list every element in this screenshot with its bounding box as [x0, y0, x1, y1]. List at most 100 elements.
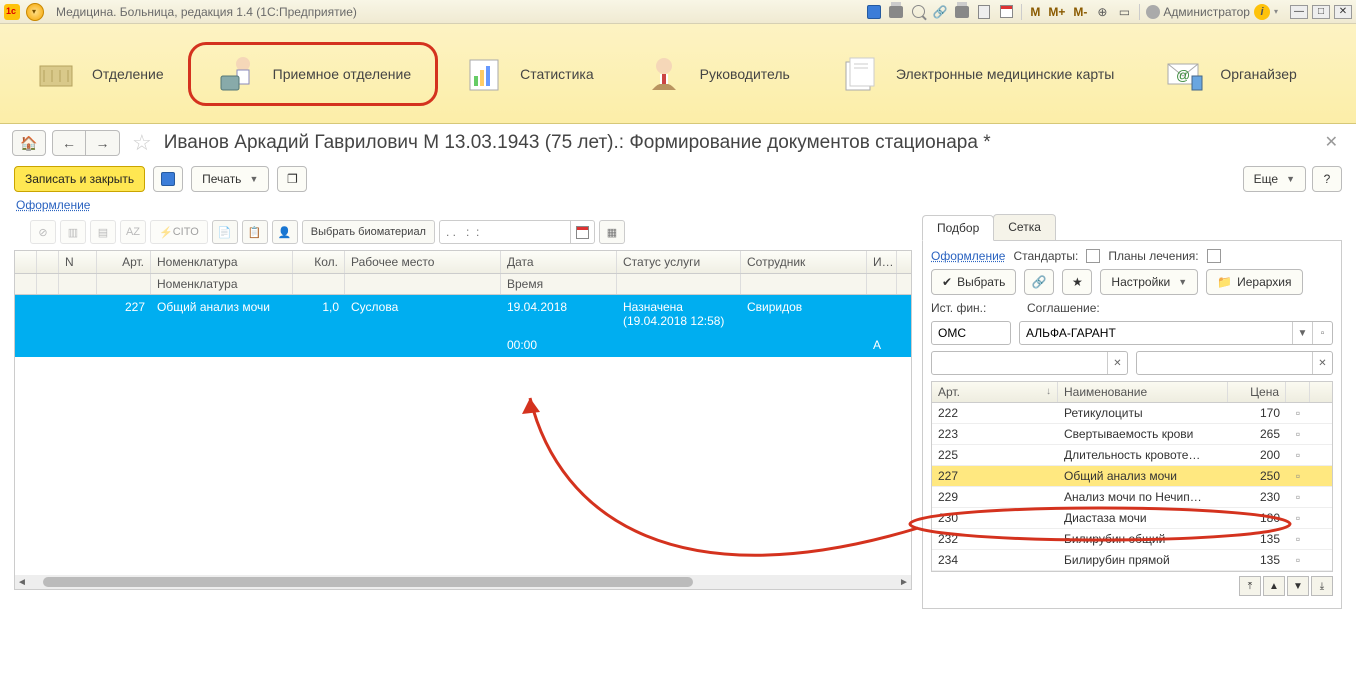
link2-button[interactable]: 🔗 [1024, 269, 1054, 295]
horizontal-scrollbar[interactable]: ◄ ► [15, 575, 911, 589]
add-doc-button[interactable]: 📄 [212, 220, 238, 244]
favorite-star-icon[interactable]: ☆ [132, 130, 152, 156]
print-dropdown[interactable]: Печать▼ [191, 166, 269, 192]
col-kol[interactable]: Кол. [293, 251, 345, 273]
clear-icon[interactable]: ✕ [1312, 352, 1332, 374]
app-menu-icon[interactable] [26, 3, 44, 21]
section-emr[interactable]: Электронные медицинские карты [814, 42, 1138, 106]
print2-icon[interactable] [953, 3, 971, 21]
oformlenie-link-right[interactable]: Оформление [931, 249, 1005, 263]
col-art[interactable]: Арт.↓ [932, 382, 1058, 402]
scroll-left-icon[interactable]: ◄ [15, 577, 29, 588]
zoom-icon[interactable]: ⊕ [1093, 3, 1111, 21]
col-fin[interactable]: И… [867, 251, 897, 273]
col-workplace[interactable]: Рабочее место [345, 251, 501, 273]
section-statistics[interactable]: Статистика [438, 42, 618, 106]
calc-icon[interactable] [975, 3, 993, 21]
user-label[interactable]: Администратор [1146, 5, 1250, 19]
preview-icon[interactable] [909, 3, 927, 21]
standards-checkbox[interactable] [1086, 249, 1100, 263]
oformlenie-link[interactable]: Оформление [16, 198, 90, 212]
help-button[interactable]: ? [1312, 166, 1342, 192]
memory-mminus[interactable]: M- [1071, 5, 1089, 19]
col-n[interactable]: N [59, 251, 97, 273]
table-row[interactable]: 227 Общий анализ мочи 1,0 Суслова 19.04.… [15, 295, 911, 333]
section-department[interactable]: Отделение [10, 42, 188, 106]
open-row-icon[interactable]: ▫ [1286, 550, 1310, 570]
agreement-value[interactable] [1020, 326, 1292, 340]
plans-checkbox[interactable] [1207, 249, 1221, 263]
scroll-thumb[interactable] [43, 577, 693, 587]
col-art[interactable]: Арт. [97, 251, 151, 273]
user-assign-button[interactable]: 👤 [272, 220, 298, 244]
hierarchy-button[interactable]: 📁 Иерархия [1206, 269, 1302, 295]
down-button[interactable]: ▼ [1287, 576, 1309, 596]
maximize-button[interactable]: □ [1312, 5, 1330, 19]
open-row-icon[interactable]: ▫ [1286, 403, 1310, 423]
up-button[interactable]: ▲ [1263, 576, 1285, 596]
home-button[interactable]: 🏠 [12, 130, 46, 156]
tab-selection[interactable]: Подбор [922, 215, 994, 241]
section-admission[interactable]: Приемное отделение [188, 42, 438, 106]
last-button[interactable]: ⤓ [1311, 576, 1333, 596]
tab-grid[interactable]: Сетка [993, 214, 1056, 240]
open-row-icon[interactable]: ▫ [1286, 424, 1310, 444]
dropdown-icon[interactable]: ▼ [1292, 322, 1312, 344]
filter1-input[interactable]: ✕ [931, 351, 1128, 375]
close-window-button[interactable]: ✕ [1334, 5, 1352, 19]
select-biomaterial-button[interactable]: Выбрать биоматериал [302, 220, 435, 244]
table-row-sub[interactable]: 00:00 А [15, 333, 911, 357]
section-organizer[interactable]: @ Органайзер [1138, 42, 1320, 106]
info-icon[interactable]: i [1254, 4, 1270, 20]
choose-button[interactable]: ✔ Выбрать [931, 269, 1016, 295]
col-employee[interactable]: Сотрудник [741, 251, 867, 273]
col-status[interactable]: Статус услуги [617, 251, 741, 273]
catalog-row[interactable]: 232Билирубин общий135▫ [932, 529, 1332, 550]
col-price[interactable]: Цена [1228, 382, 1286, 402]
catalog-row[interactable]: 223Свертываемость крови265▫ [932, 424, 1332, 445]
settings-dropdown[interactable]: Настройки▼ [1100, 269, 1198, 295]
catalog-row[interactable]: 225Длительность кровоте…200▫ [932, 445, 1332, 466]
forward-button[interactable]: → [86, 130, 120, 156]
date-input[interactable] [439, 220, 595, 244]
filter2-field[interactable] [1137, 356, 1312, 370]
back-button[interactable]: ← [52, 130, 86, 156]
copy-doc-button[interactable]: ❐ [277, 166, 307, 192]
open-row-icon[interactable]: ▫ [1286, 445, 1310, 465]
windows-icon[interactable]: ▭ [1115, 3, 1133, 21]
section-manager[interactable]: Руководитель [618, 42, 814, 106]
first-button[interactable]: ⤒ [1239, 576, 1261, 596]
open-icon[interactable]: ▫ [1312, 322, 1332, 344]
catalog-row[interactable]: 227Общий анализ мочи250▫ [932, 466, 1332, 487]
catalog-row[interactable]: 230Диастаза мочи180▫ [932, 508, 1332, 529]
save-button[interactable] [153, 166, 183, 192]
grid-button[interactable]: ▦ [599, 220, 625, 244]
save-and-close-button[interactable]: Записать и закрыть [14, 166, 145, 192]
calendar-picker-icon[interactable] [570, 221, 594, 243]
scroll-right-icon[interactable]: ► [897, 577, 911, 588]
open-row-icon[interactable]: ▫ [1286, 529, 1310, 549]
close-tab-button[interactable]: ✕ [1325, 132, 1338, 152]
minimize-button[interactable]: — [1290, 5, 1308, 19]
link-icon[interactable]: 🔗 [931, 3, 949, 21]
catalog-row[interactable]: 229Анализ мочи по Нечип…230▫ [932, 487, 1332, 508]
save-icon[interactable] [865, 3, 883, 21]
fav-button[interactable]: ★ [1062, 269, 1092, 295]
open-row-icon[interactable]: ▫ [1286, 508, 1310, 528]
col-nom[interactable]: Номенклатура [151, 251, 293, 273]
filter2-input[interactable]: ✕ [1136, 351, 1333, 375]
col-name[interactable]: Наименование [1058, 382, 1228, 402]
clear-icon[interactable]: ✕ [1107, 352, 1127, 374]
open-row-icon[interactable]: ▫ [1286, 466, 1310, 486]
col-date[interactable]: Дата [501, 251, 617, 273]
finsource-select[interactable]: ▼ [931, 321, 1011, 345]
memory-m[interactable]: M [1028, 5, 1042, 19]
date-field[interactable] [440, 225, 570, 239]
more-dropdown[interactable]: Еще▼ [1243, 166, 1306, 192]
open-row-icon[interactable]: ▫ [1286, 487, 1310, 507]
agreement-select[interactable]: ▼ ▫ [1019, 321, 1333, 345]
catalog-row[interactable]: 234Билирубин прямой135▫ [932, 550, 1332, 571]
catalog-row[interactable]: 222Ретикулоциты170▫ [932, 403, 1332, 424]
calendar-icon[interactable] [997, 3, 1015, 21]
memory-mplus[interactable]: M+ [1046, 5, 1067, 19]
